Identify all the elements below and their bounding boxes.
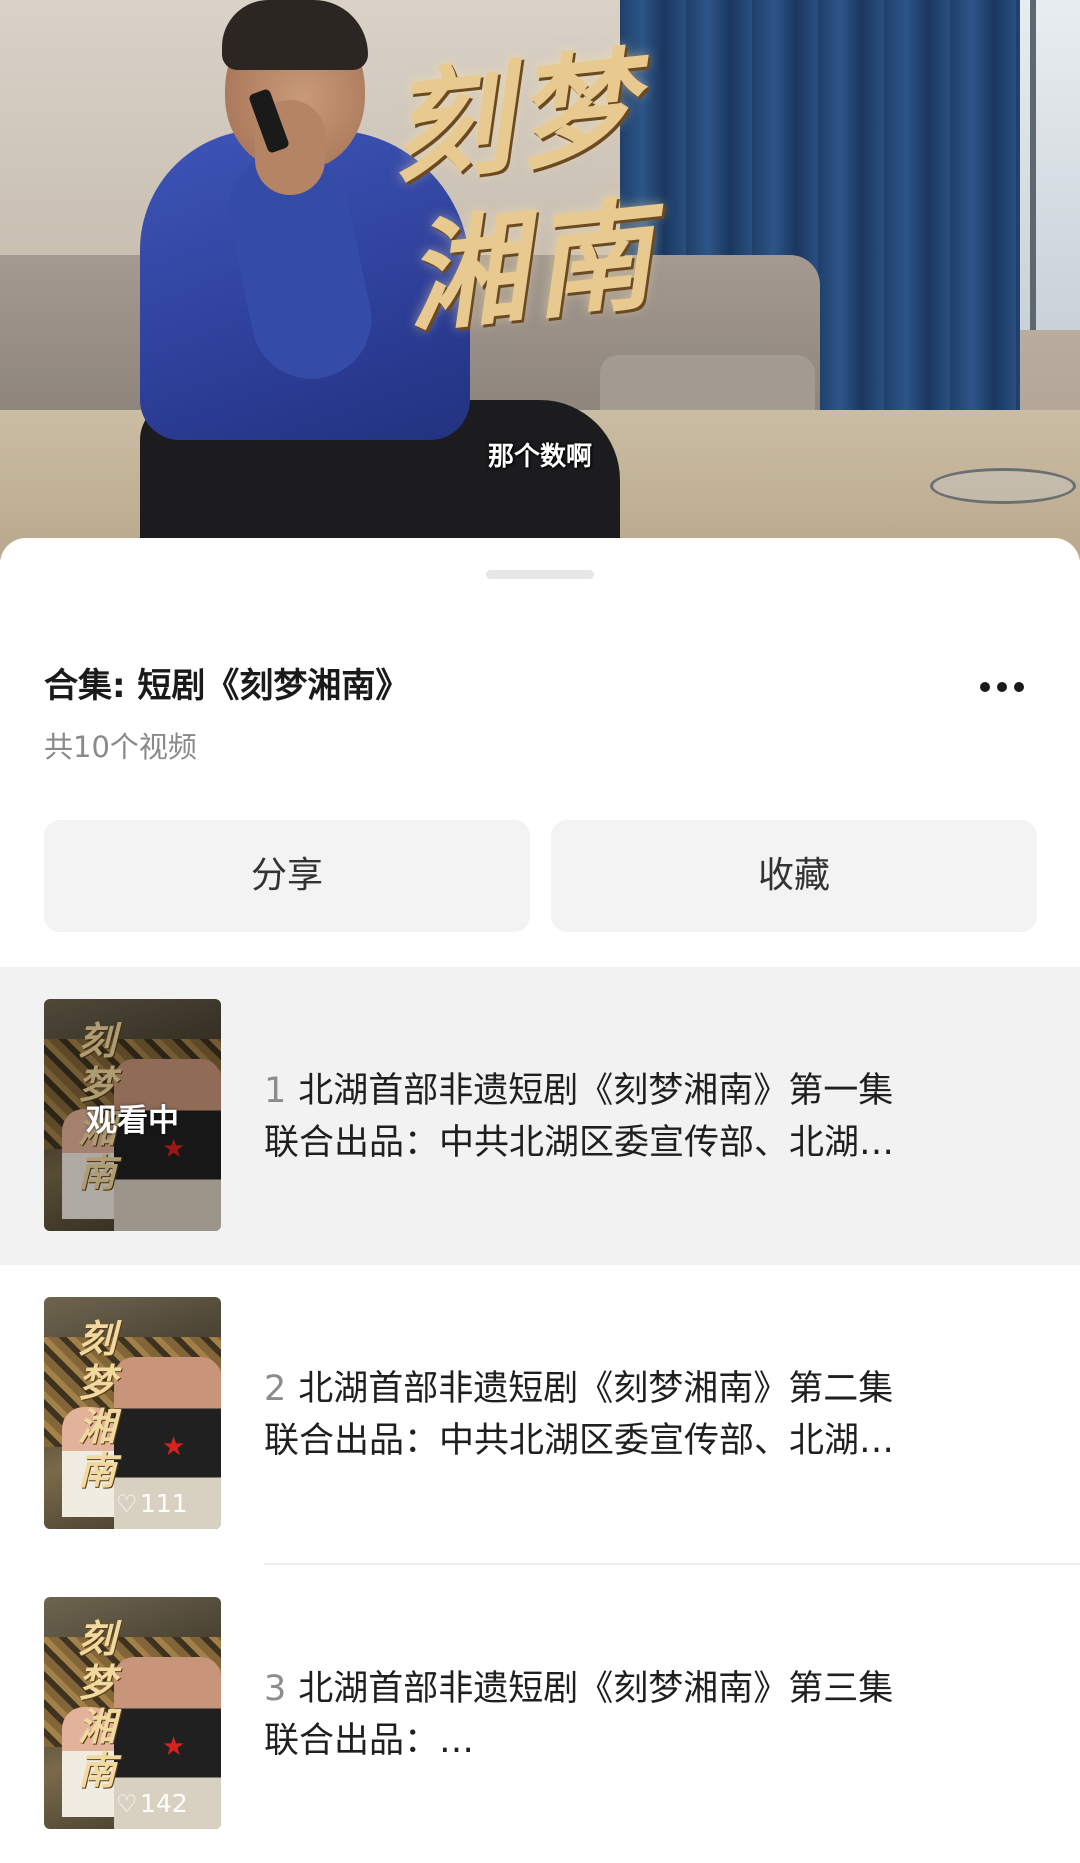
now-watching-badge: 观看中 (86, 1103, 179, 1139)
more-dots-icon[interactable] (972, 668, 1032, 708)
more-dot (1014, 682, 1024, 692)
heart-icon: ♡ (116, 1490, 138, 1518)
video-window (1020, 0, 1080, 330)
episode-number: 1 (264, 1071, 287, 1111)
thumb-title-art: 刻梦湘南 (78, 1316, 117, 1493)
episode-title-line: 2 北湖首部非遗短剧《刻梦湘南》第二集 (264, 1363, 1034, 1415)
episode-thumbnail: ★ 刻梦湘南 ♡142 (44, 1597, 221, 1829)
video-subtitle: 那个数啊 (487, 442, 592, 472)
collection-title: 合集: 短剧《刻梦湘南》 (44, 666, 410, 706)
episode-title: 北湖首部非遗短剧《刻梦湘南》第一集 (298, 1071, 894, 1111)
episode-text: 1 北湖首部非遗短剧《刻梦湘南》第一集 联合出品：中共北湖区委宣传部、北湖… (264, 1065, 1034, 1169)
episode-number: 3 (264, 1669, 287, 1709)
video-title-art: 刻梦 湘南 (383, 25, 717, 394)
likes-count: ♡111 (116, 1489, 188, 1518)
share-button[interactable]: 分享 (44, 820, 530, 932)
episode-text: 2 北湖首部非遗短剧《刻梦湘南》第二集 联合出品：中共北湖区委宣传部、北湖… (264, 1363, 1034, 1467)
heart-icon: ♡ (116, 1790, 138, 1818)
thumb-title-art: 刻梦湘南 (78, 1616, 117, 1793)
star-icon: ★ (162, 1732, 186, 1762)
star-icon: ★ (162, 1432, 186, 1462)
episode-item-1[interactable]: ★ 刻梦湘南 观看中 1 北湖首部非遗短剧《刻梦湘南》第一集 联合出品：中共北湖区… (0, 967, 1080, 1265)
episode-thumbnail: ★ 刻梦湘南 观看中 (44, 999, 221, 1231)
more-dot (997, 682, 1007, 692)
episode-title-line: 1 北湖首部非遗短剧《刻梦湘南》第一集 (264, 1065, 1034, 1117)
episode-subtitle: 联合出品：中共北湖区委宣传部、北湖… (264, 1123, 895, 1163)
likes-value: 111 (140, 1489, 188, 1518)
episode-item-2[interactable]: ★ 刻梦湘南 ♡111 2 北湖首部非遗短剧《刻梦湘南》第二集 联合出品：中共北湖… (0, 1265, 1080, 1563)
episode-text: 3 北湖首部非遗短剧《刻梦湘南》第三集 联合出品：… (264, 1663, 1034, 1767)
episode-subtitle: 联合出品：中共北湖区委宣传部、北湖… (264, 1421, 895, 1461)
more-dot (980, 682, 990, 692)
episode-title-line: 3 北湖首部非遗短剧《刻梦湘南》第三集 (264, 1663, 1034, 1715)
episode-item-3[interactable]: ★ 刻梦湘南 ♡142 3 北湖首部非遗短剧《刻梦湘南》第三集 联合出品：… (0, 1565, 1080, 1863)
episode-number: 2 (264, 1369, 287, 1409)
video-player[interactable]: 刻梦 湘南 那个数啊 (0, 0, 1080, 560)
favorite-button[interactable]: 收藏 (551, 820, 1037, 932)
episode-title: 北湖首部非遗短剧《刻梦湘南》第三集 (298, 1669, 894, 1709)
episode-title: 北湖首部非遗短剧《刻梦湘南》第二集 (298, 1369, 894, 1409)
title-art-line-2: 湘南 (399, 183, 665, 350)
episode-thumbnail: ★ 刻梦湘南 ♡111 (44, 1297, 221, 1529)
likes-count: ♡142 (116, 1789, 188, 1818)
collection-count: 共10个视频 (44, 730, 197, 764)
likes-value: 142 (140, 1789, 188, 1818)
video-actor-hair (222, 0, 368, 70)
collection-sheet: 合集: 短剧《刻梦湘南》 共10个视频 分享 收藏 ★ 刻梦湘南 观看中 1 北湖… (0, 538, 1080, 1850)
episode-subtitle: 联合出品：… (264, 1721, 475, 1761)
sheet-drag-handle[interactable] (486, 570, 594, 579)
video-side-prop (930, 468, 1076, 504)
